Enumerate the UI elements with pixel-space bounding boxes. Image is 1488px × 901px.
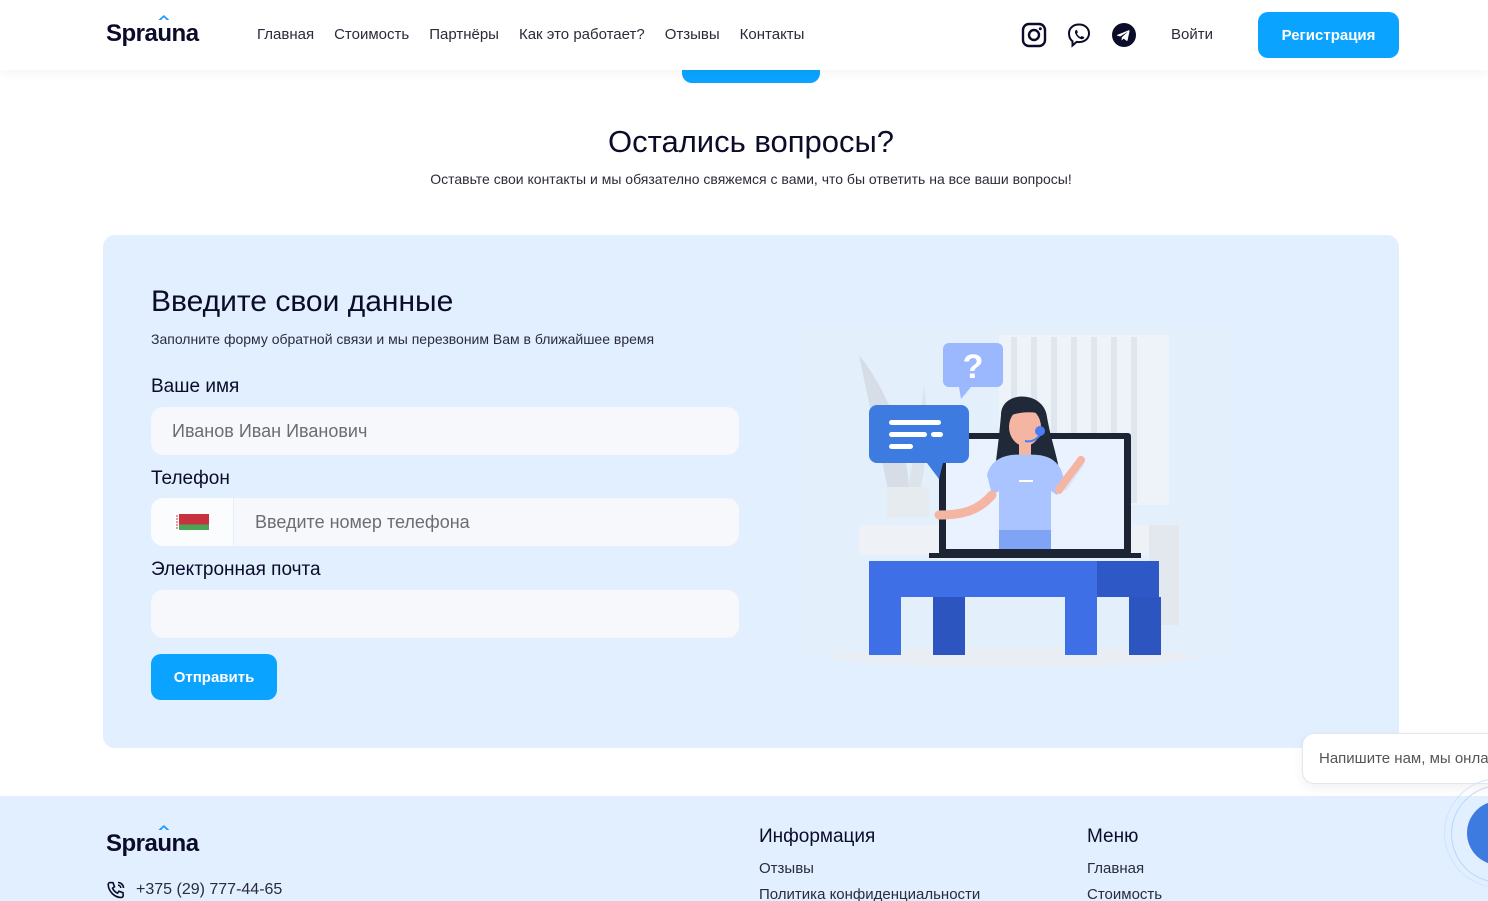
login-link[interactable]: Войти [1171, 26, 1213, 43]
site-header: Sprauna Главная Стоимость Партнёры Как э… [0, 0, 1488, 70]
chat-prompt[interactable]: Напишите нам, мы онлайн! [1302, 733, 1488, 784]
logo[interactable]: Sprauna [106, 20, 199, 48]
footer-link-reviews[interactable]: Отзывы [759, 860, 980, 877]
footer-logo[interactable]: Sprauna [106, 830, 199, 858]
register-button[interactable]: Регистрация [1258, 12, 1399, 58]
footer-menu-title: Меню [1087, 826, 1139, 847]
footer-link-home[interactable]: Главная [1087, 860, 1162, 877]
form-subtitle: Заполните форму обратной связи и мы пере… [151, 331, 655, 347]
phone-label: Телефон [151, 468, 230, 489]
nav-item-home[interactable]: Главная [257, 26, 314, 43]
svg-text:?: ? [963, 348, 984, 386]
footer-info-column: Информация Отзывы Политика конфиденциаль… [759, 826, 980, 901]
instagram-icon[interactable] [1020, 21, 1048, 49]
nav-item-partners[interactable]: Партнёры [429, 26, 499, 43]
nav-item-how-it-works[interactable]: Как это работает? [519, 26, 645, 43]
viber-icon[interactable] [1065, 21, 1093, 49]
footer-menu-column: Меню Главная Стоимость [1087, 826, 1162, 901]
belarus-flag-icon [175, 514, 209, 530]
support-illustration: ? [799, 325, 1229, 667]
nav-item-pricing[interactable]: Стоимость [334, 26, 409, 43]
name-label: Ваше имя [151, 376, 240, 397]
questions-title: Остались вопросы? [607, 124, 895, 159]
social-links [1020, 21, 1138, 49]
questions-subtitle: Оставьте свои контакты и мы обязателно с… [430, 171, 1072, 187]
name-input[interactable] [151, 407, 739, 455]
email-label: Электронная почта [151, 559, 321, 580]
site-footer: Sprauna +375 (29) 777-44-65 Информация О… [0, 796, 1488, 901]
footer-link-privacy[interactable]: Политика конфиденциальности [759, 886, 980, 901]
email-input[interactable] [151, 590, 739, 638]
nav-item-reviews[interactable]: Отзывы [665, 26, 720, 43]
country-selector[interactable] [151, 498, 233, 546]
contact-form-panel: Введите свои данные Заполните форму обра… [103, 235, 1399, 748]
footer-info-title: Информация [759, 826, 876, 847]
nav-item-contacts[interactable]: Контакты [740, 26, 805, 43]
phone-icon [107, 881, 125, 899]
phone-input[interactable] [234, 498, 739, 546]
submit-button[interactable]: Отправить [151, 654, 277, 700]
main-nav: Главная Стоимость Партнёры Как это работ… [257, 26, 804, 43]
form-title: Введите свои данные [151, 285, 454, 318]
telegram-icon[interactable] [1110, 21, 1138, 49]
footer-link-pricing[interactable]: Стоимость [1087, 886, 1162, 901]
footer-phone[interactable]: +375 (29) 777-44-65 [106, 880, 282, 900]
